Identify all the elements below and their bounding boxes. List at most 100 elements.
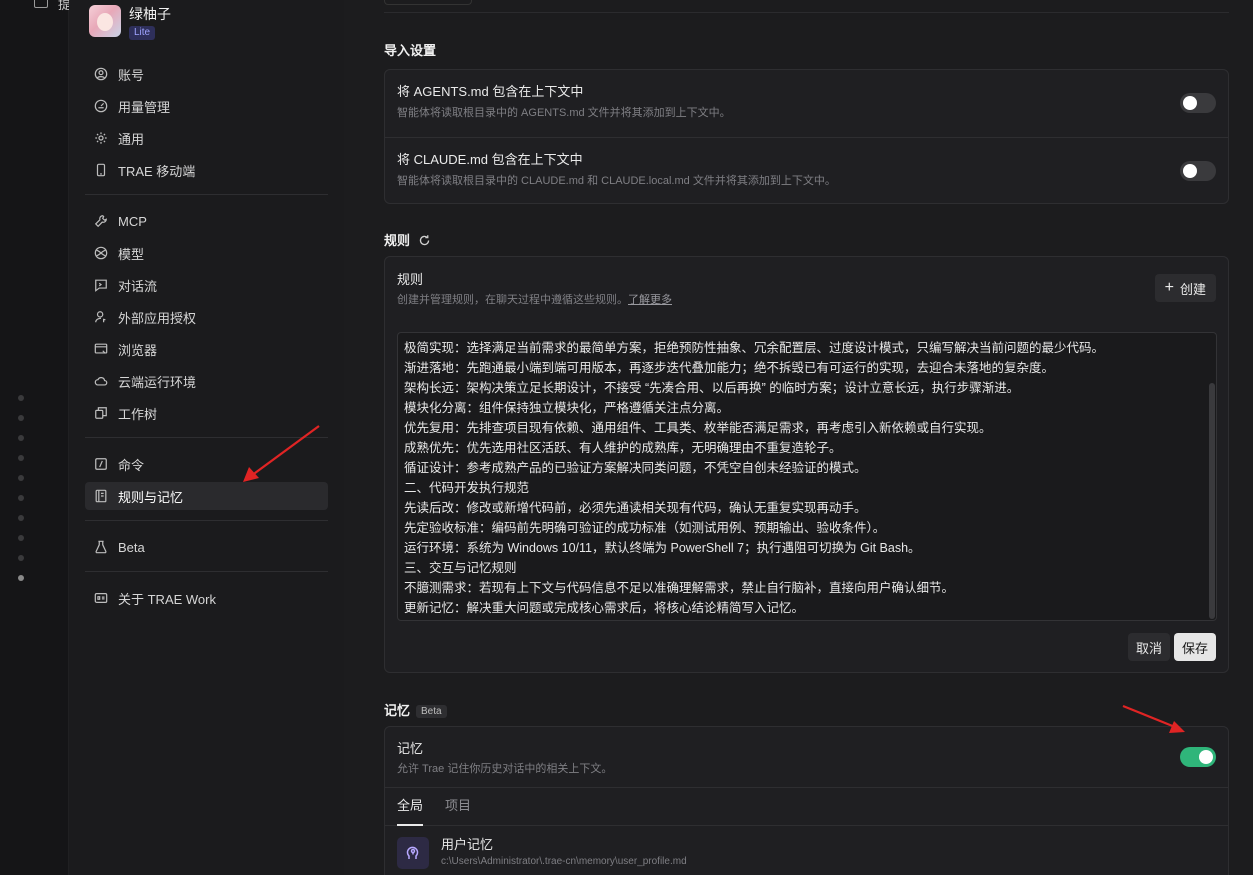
- section-title-memory-label: 记忆: [384, 703, 411, 718]
- rule-line: 三、交互与记忆规则: [404, 561, 517, 575]
- rules-book-icon: [94, 489, 108, 503]
- page-dot[interactable]: [18, 395, 24, 401]
- section-divider: [384, 12, 1229, 13]
- import-settings-card: 将 AGENTS.md 包含在上下文中 智能体将读取根目录中的 AGENTS.m…: [384, 69, 1229, 204]
- sidebar-item-general[interactable]: 通用: [85, 124, 328, 152]
- sidebar-item-label: 规则与记忆: [118, 489, 184, 505]
- rules-card-description: 创建并管理规则，在聊天过程中遵循这些规则。了解更多: [397, 293, 672, 307]
- sidebar-item-label: 用量管理: [118, 99, 171, 115]
- page-dot[interactable]: [18, 555, 24, 561]
- avatar: [89, 5, 121, 37]
- setting-title: 将 CLAUDE.md 包含在上下文中: [397, 152, 583, 167]
- worktree-icon: [94, 406, 108, 420]
- sidebar-item-external-auth[interactable]: 外部应用授权: [85, 303, 328, 331]
- sidebar-item-label: 账号: [118, 67, 145, 83]
- profile-name: 绿柚子: [129, 6, 171, 22]
- plan-badge: Lite: [129, 26, 156, 40]
- nav-divider: [85, 437, 328, 438]
- page-dot[interactable]: [18, 515, 24, 521]
- user-key-icon: [94, 310, 108, 324]
- rule-line: 先定验收标准：编码前先明确可验证的成功标准（如测试用例、预期输出、验收条件）。: [404, 521, 886, 535]
- page-dot-active[interactable]: [18, 575, 24, 581]
- setting-description: 智能体将读取根目录中的 AGENTS.md 文件并将其添加到上下文中。: [397, 107, 731, 119]
- rule-line: 不臆测需求：若现有上下文与代码信息不足以准确理解需求，禁止自行脑补，直接向用户确…: [404, 581, 955, 595]
- agents-md-toggle[interactable]: [1180, 93, 1216, 113]
- page-dot[interactable]: [18, 435, 24, 441]
- sidebar-item-models[interactable]: 模型: [85, 239, 328, 267]
- sidebar-item-commands[interactable]: 命令: [85, 450, 328, 478]
- memory-toggle[interactable]: [1180, 747, 1216, 767]
- sidebar-item-label: 云端运行环境: [118, 374, 197, 390]
- setting-title: 将 AGENTS.md 包含在上下文中: [397, 84, 584, 99]
- settings-content: 导入设置 将 AGENTS.md 包含在上下文中 智能体将读取根目录中的 AGE…: [344, 0, 1253, 875]
- refresh-icon[interactable]: [418, 234, 431, 250]
- brain-head-icon: [397, 837, 429, 869]
- rules-card-title: 规则: [397, 272, 424, 287]
- tab-project[interactable]: 项目: [445, 788, 471, 826]
- rule-line: 先读后改：修改或新增代码前，必须先通读相关现有代码，确认无重复实现再动手。: [404, 501, 867, 515]
- page-dot[interactable]: [18, 535, 24, 541]
- nav-divider: [85, 194, 328, 195]
- page-dot[interactable]: [18, 455, 24, 461]
- page-dot[interactable]: [18, 475, 24, 481]
- create-rule-button[interactable]: + 创建: [1154, 274, 1216, 302]
- page-dot[interactable]: [18, 495, 24, 501]
- sidebar-item-label: 外部应用授权: [118, 310, 197, 326]
- sidebar-item-rules-memory[interactable]: 规则与记忆: [85, 482, 328, 510]
- sidebar-item-label: 命令: [118, 457, 145, 473]
- page-dot[interactable]: [18, 415, 24, 421]
- rule-line: 运行环境：系统为 Windows 10/11，默认终端为 PowerShell …: [404, 541, 921, 555]
- cloud-icon: [94, 374, 108, 388]
- sidebar-item-beta[interactable]: Beta: [85, 533, 328, 561]
- rule-line: 循证设计：参考成熟产品的已验证方案解决同类问题，不凭空自创未经验证的模式。: [404, 461, 867, 475]
- rules-textarea[interactable]: 极简实现：选择满足当前需求的最简单方案，拒绝预防性抽象、冗余配置层、过度设计模式…: [397, 332, 1217, 621]
- monitor-icon[interactable]: [34, 0, 48, 8]
- rule-line: 渐进落地：先跑通最小端到端可用版本，再逐步迭代叠加能力；绝不拆毁已有可运行的实现…: [404, 361, 1055, 375]
- sidebar-item-mcp[interactable]: MCP: [85, 207, 328, 235]
- rule-line: 优先复用：先排查项目现有依赖、通用组件、工具类、枚举能否满足需求，再考虑引入新依…: [404, 421, 992, 435]
- section-title-import: 导入设置: [384, 43, 437, 58]
- sidebar-item-mobile[interactable]: TRAE 移动端: [85, 156, 328, 184]
- user-circle-icon: [94, 67, 108, 81]
- truncated-control: [384, 0, 472, 5]
- rules-lines: 极简实现：选择满足当前需求的最简单方案，拒绝预防性抽象、冗余配置层、过度设计模式…: [404, 338, 1210, 618]
- save-button[interactable]: 保存: [1173, 633, 1216, 661]
- claude-md-toggle[interactable]: [1180, 161, 1216, 181]
- sidebar-item-label: MCP: [118, 213, 147, 229]
- plus-icon: +: [1164, 279, 1174, 296]
- section-title-rules-label: 规则: [384, 233, 411, 248]
- info-card-icon: [94, 591, 108, 605]
- sidebar-item-browser[interactable]: 浏览器: [85, 335, 328, 363]
- settings-sidebar: 绿柚子 Lite 账号 用量管理 通用 TRAE 移动端 MCP 模型 对话流 …: [69, 0, 344, 875]
- cancel-button[interactable]: 取消: [1127, 633, 1170, 661]
- sidebar-item-label: 浏览器: [118, 342, 158, 358]
- sidebar-item-label: 模型: [118, 246, 145, 262]
- profile-header[interactable]: 绿柚子 Lite: [89, 5, 171, 45]
- learn-more-link[interactable]: 了解更多: [628, 294, 672, 306]
- chat-flow-icon: [94, 278, 108, 292]
- sidebar-item-chat-flow[interactable]: 对话流: [85, 271, 328, 299]
- scrollbar[interactable]: [1209, 383, 1215, 619]
- rule-line: 二、代码开发执行规范: [404, 481, 530, 495]
- sidebar-item-account[interactable]: 账号: [85, 60, 328, 88]
- sidebar-item-worktree[interactable]: 工作树: [85, 399, 328, 427]
- memory-item-title: 用户记忆: [441, 837, 494, 852]
- command-icon: [94, 457, 108, 471]
- memory-card-description: 允许 Trae 记住你历史对话中的相关上下文。: [397, 763, 613, 775]
- model-icon: [94, 246, 108, 260]
- browser-icon: [94, 342, 108, 356]
- sidebar-item-label: TRAE 移动端: [118, 163, 196, 179]
- activity-rail: 提: [0, 0, 71, 875]
- flask-icon: [94, 540, 108, 554]
- sidebar-item-usage[interactable]: 用量管理: [85, 92, 328, 120]
- memory-tabs: 全局 项目: [385, 787, 1228, 826]
- rules-desc-text: 创建并管理规则，在聊天过程中遵循这些规则。: [397, 294, 628, 306]
- sidebar-item-cloud-env[interactable]: 云端运行环境: [85, 367, 328, 395]
- rule-line: 极简实现：选择满足当前需求的最简单方案，拒绝预防性抽象、冗余配置层、过度设计模式…: [404, 341, 1105, 355]
- gear-icon: [94, 131, 108, 145]
- tab-global[interactable]: 全局: [397, 788, 424, 826]
- rule-line: 更新记忆：解决重大问题或完成核心需求后，将核心结论精简写入记忆。: [404, 601, 805, 615]
- memory-item-user[interactable]: 用户记忆 c:\Users\Administrator\.trae-cn\mem…: [397, 837, 687, 869]
- sidebar-item-about[interactable]: 关于 TRAE Work: [85, 584, 328, 612]
- setting-description: 智能体将读取根目录中的 CLAUDE.md 和 CLAUDE.local.md …: [397, 175, 836, 187]
